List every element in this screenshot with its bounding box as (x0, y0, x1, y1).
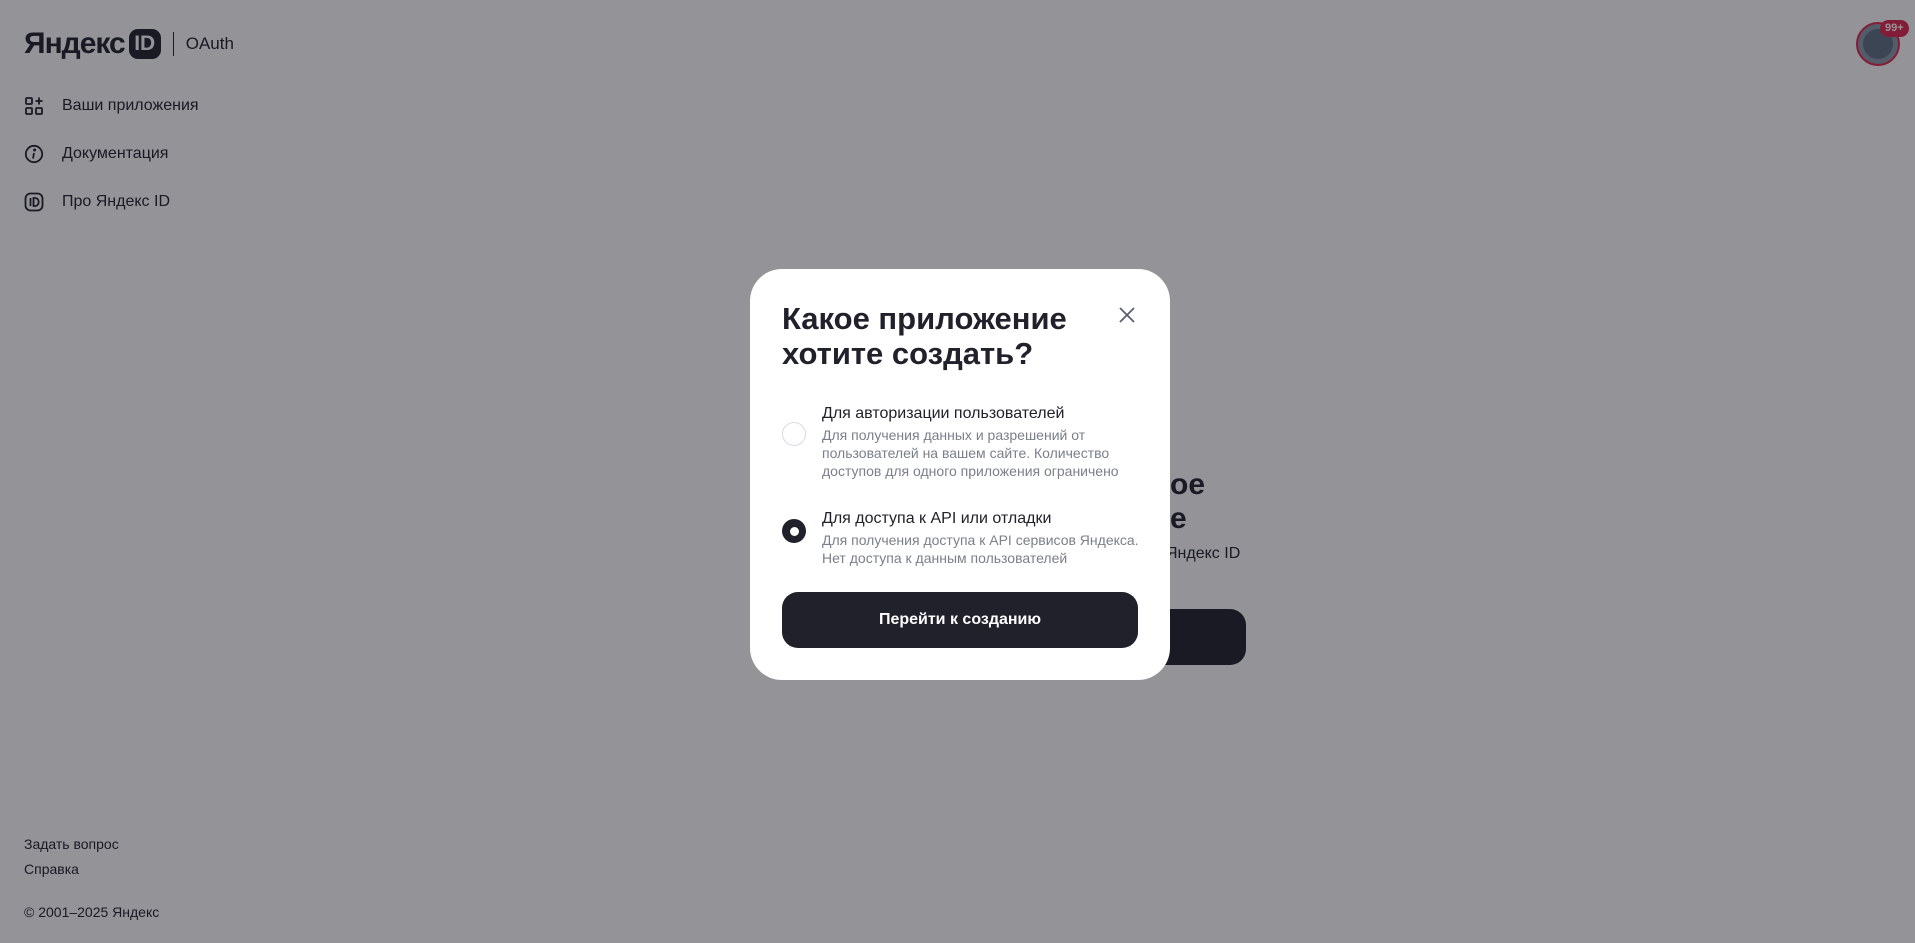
option-description: Для получения данных и разрешений от пол… (822, 427, 1119, 479)
option-api-access[interactable]: Для доступа к API или отладки Для получе… (782, 509, 1152, 567)
dialog-title: Какое приложение хотите создать? (782, 301, 1067, 371)
option-title: Для доступа к API или отладки (822, 510, 1052, 527)
option-text: Для доступа к API или отладки Для получе… (822, 509, 1152, 567)
radio-api-access[interactable] (782, 519, 806, 543)
option-user-auth[interactable]: Для авторизации пользователей Для получе… (782, 404, 1152, 480)
close-button[interactable] (1115, 303, 1139, 327)
go-to-create-button[interactable]: Перейти к созданию (782, 592, 1138, 648)
option-text: Для авторизации пользователей Для получе… (822, 404, 1152, 480)
create-app-dialog: Какое приложение хотите создать? Для авт… (750, 269, 1170, 680)
radio-user-auth[interactable] (782, 422, 806, 446)
option-description: Для получения доступа к API сервисов Янд… (822, 532, 1139, 566)
option-title: Для авторизации пользователей (822, 405, 1065, 422)
close-icon (1119, 307, 1135, 323)
